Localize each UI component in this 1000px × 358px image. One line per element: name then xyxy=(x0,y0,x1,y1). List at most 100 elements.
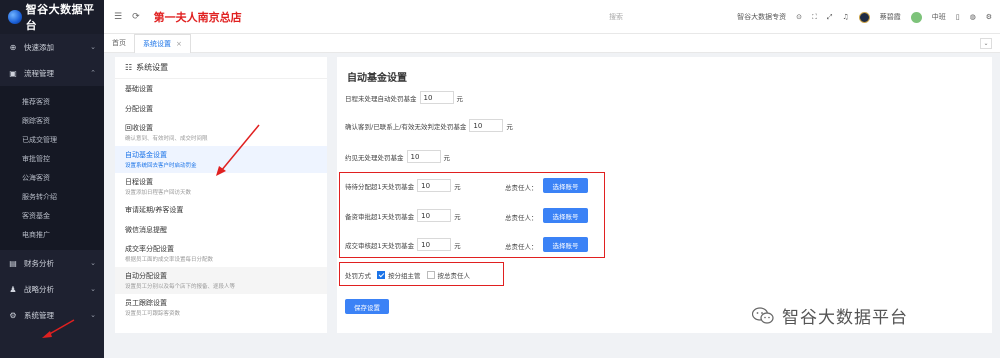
settings-item-title: 审请延期/养客设置 xyxy=(125,206,184,214)
field-label: 日程未处理自动处罚基金 xyxy=(345,94,417,103)
settings-item-desc: 根据员工面的成交率设置每日分配数 xyxy=(125,257,214,263)
select-account-button[interactable]: 选择账号 xyxy=(543,178,588,193)
fund-amount-input[interactable] xyxy=(417,238,452,251)
settings-item-assign[interactable]: 分配设置 xyxy=(115,99,327,119)
settings-item-desc: 设置员工可跟踪客资数 xyxy=(125,311,181,317)
fund-amount-input[interactable] xyxy=(406,150,441,163)
unit-label: 元 xyxy=(454,182,461,191)
sub-item-referral[interactable]: 服务转介绍 xyxy=(0,187,104,206)
nav-label: 快速添加 xyxy=(24,42,54,52)
expand-icon[interactable]: ⤢ xyxy=(827,13,833,22)
plus-circle-icon: ⊕ xyxy=(9,42,17,52)
fund-row: 成交审核超1天处罚基金 元 xyxy=(345,238,461,251)
settings-item-staff-track[interactable]: 员工跟踪设置 设置员工可跟踪客资数 xyxy=(115,294,327,321)
bell-icon[interactable]: ♫ xyxy=(842,13,848,21)
settings-item-extension[interactable]: 审请延期/养客设置 xyxy=(115,200,327,220)
logo-icon xyxy=(8,10,22,24)
sub-item-fund[interactable]: 客资基金 xyxy=(0,206,104,225)
settings-nav-panel: ☷ 系统设置 基础设置 分配设置 回收设置 确认意到、有效时间、成交时间限 自动基金… xyxy=(115,57,327,333)
tab-system-settings[interactable]: 系统设置 × xyxy=(134,33,191,53)
sub-item-deals[interactable]: 已成交管理 xyxy=(0,130,104,149)
record-icon[interactable]: ⊙ xyxy=(796,13,802,21)
sub-item-approval[interactable]: 审批管控 xyxy=(0,149,104,168)
tab-dropdown-icon[interactable]: ⌄ xyxy=(980,38,992,49)
fund-amount-input[interactable] xyxy=(419,91,454,104)
settings-item-wechat[interactable]: 微信消息提醒 xyxy=(115,220,327,240)
settings-icon[interactable]: ⚙ xyxy=(986,13,992,21)
unit-label: 元 xyxy=(454,212,461,221)
nav-process[interactable]: ▣ 流程管理 ⌃ xyxy=(0,60,104,86)
watermark: 智谷大数据平台 xyxy=(752,303,908,328)
tab-label: 首页 xyxy=(112,39,126,47)
unit-label: 元 xyxy=(506,122,513,131)
page-title: 自动基金设置 xyxy=(347,73,407,84)
responsible-label: 总责任人： xyxy=(505,184,538,192)
topbar: ☰ ⟳ 第一夫人南京总店 搜索 智谷大数据专资 ⊙ ⛶ ⤢ ♫ 蔡碧霞 中班 ▯… xyxy=(104,0,1000,34)
nav-strategy[interactable]: ♟ 战略分析 ⌄ xyxy=(0,276,104,302)
nav-label: 战略分析 xyxy=(24,284,54,294)
sidebar: 智谷大数据平台 ⊕ 快速添加 ⌄ ▣ 流程管理 ⌃ 推荐客资 跟踪客资 已成交管… xyxy=(0,0,104,358)
chevron-down-icon: ⌄ xyxy=(90,259,96,267)
fullscreen-icon[interactable]: ⛶ xyxy=(812,13,817,22)
settings-item-title: 自动分配设置 xyxy=(125,272,167,280)
fund-amount-input[interactable] xyxy=(417,209,452,222)
role-label[interactable]: 中班 xyxy=(932,12,946,22)
checkbox-responsible[interactable] xyxy=(426,271,435,279)
settings-item-basic[interactable]: 基础设置 xyxy=(115,79,327,99)
nav-quick-add[interactable]: ⊕ 快速添加 ⌄ xyxy=(0,34,104,60)
settings-item-auto-assign[interactable]: 自动分配设置设置员工分别以及每个店下的报备、逐段人等 xyxy=(115,267,327,294)
field-label: 处罚方式 xyxy=(345,272,371,280)
mobile-icon[interactable]: ▯ xyxy=(956,13,960,21)
responsible-label: 总责任人： xyxy=(505,214,538,222)
nav-finance[interactable]: ▤ 财务分析 ⌄ xyxy=(0,250,104,276)
settings-item-schedule[interactable]: 日程设置设置添加日程客户回访天数 xyxy=(115,173,327,200)
watermark-text: 智谷大数据平台 xyxy=(782,308,908,328)
annotation-arrow xyxy=(216,124,260,176)
settings-item-conversion[interactable]: 成交率分配设置 根据员工面的成交率设置每日分配数 xyxy=(115,240,327,267)
gear-icon: ⚙ xyxy=(9,310,17,320)
fund-row: 确认客到/已联系上/有效无效判定处罚基金 元 xyxy=(345,119,513,132)
field-label: 待待分配超1天处罚基金 xyxy=(345,182,415,191)
settings-item-desc: 设置添加日程客户回访天数 xyxy=(125,190,192,196)
fund-row: 约见无处理处罚基金 元 xyxy=(345,150,450,163)
username[interactable]: 蔡碧霞 xyxy=(880,12,901,22)
fund-amount-input[interactable] xyxy=(417,179,452,192)
tab-home[interactable]: 首页 xyxy=(104,34,134,53)
close-icon[interactable]: × xyxy=(176,40,182,48)
save-button[interactable]: 保存设置 xyxy=(345,299,389,314)
sub-item-ecommerce[interactable]: 电商推广 xyxy=(0,225,104,244)
search-input[interactable]: 搜索 xyxy=(609,12,623,22)
app-title: 智谷大数据平台 xyxy=(25,3,95,32)
sub-item-public[interactable]: 公海客资 xyxy=(0,168,104,187)
fund-amount-input[interactable] xyxy=(469,119,504,132)
settings-item-desc: 设置员工分别以及每个店下的报备、逐段人等 xyxy=(125,284,236,290)
sub-item-recommend[interactable]: 推荐客资 xyxy=(0,92,104,111)
avatar[interactable] xyxy=(858,11,870,23)
checkbox-label[interactable]: 按分组主管 xyxy=(388,270,421,280)
settings-item-title: 日程设置 xyxy=(125,178,153,186)
list-icon: ☷ xyxy=(125,63,133,72)
sub-item-track[interactable]: 跟踪客资 xyxy=(0,111,104,130)
select-account-button[interactable]: 选择账号 xyxy=(543,237,588,252)
settings-item-title: 分配设置 xyxy=(125,105,153,113)
refresh-icon[interactable]: ⟳ xyxy=(132,12,140,22)
unit-label: 元 xyxy=(443,153,451,162)
chevron-down-icon: ⌄ xyxy=(90,311,96,319)
checkbox-label[interactable]: 按总责任人 xyxy=(438,270,471,280)
settings-item-title: 基础设置 xyxy=(125,85,153,93)
nav-label: 财务分析 xyxy=(24,258,54,268)
unit-label: 元 xyxy=(454,241,461,250)
user-center-link[interactable]: 智谷大数据专资 xyxy=(737,12,786,22)
annotation-arrow xyxy=(42,319,75,338)
select-account-button[interactable]: 选择账号 xyxy=(543,208,588,223)
penalty-method-row: 处罚方式 按分组主管 按总责任人 xyxy=(345,270,470,280)
chevron-up-icon: ⌃ xyxy=(90,69,96,77)
checkbox-group-leader[interactable] xyxy=(377,271,385,279)
responsible-label: 总责任人： xyxy=(505,243,538,251)
menu-toggle-icon[interactable]: ☰ xyxy=(114,12,122,22)
globe-icon[interactable]: ◍ xyxy=(970,13,976,21)
panel-title: ☷ 系统设置 xyxy=(115,57,327,79)
panel-title-text: 系统设置 xyxy=(136,63,169,72)
topbar-right: 智谷大数据专资 ⊙ ⛶ ⤢ ♫ 蔡碧霞 中班 ▯ ◍ ⚙ xyxy=(737,0,992,34)
fund-row: 备资审批超1天处罚基金 元 xyxy=(345,209,461,222)
